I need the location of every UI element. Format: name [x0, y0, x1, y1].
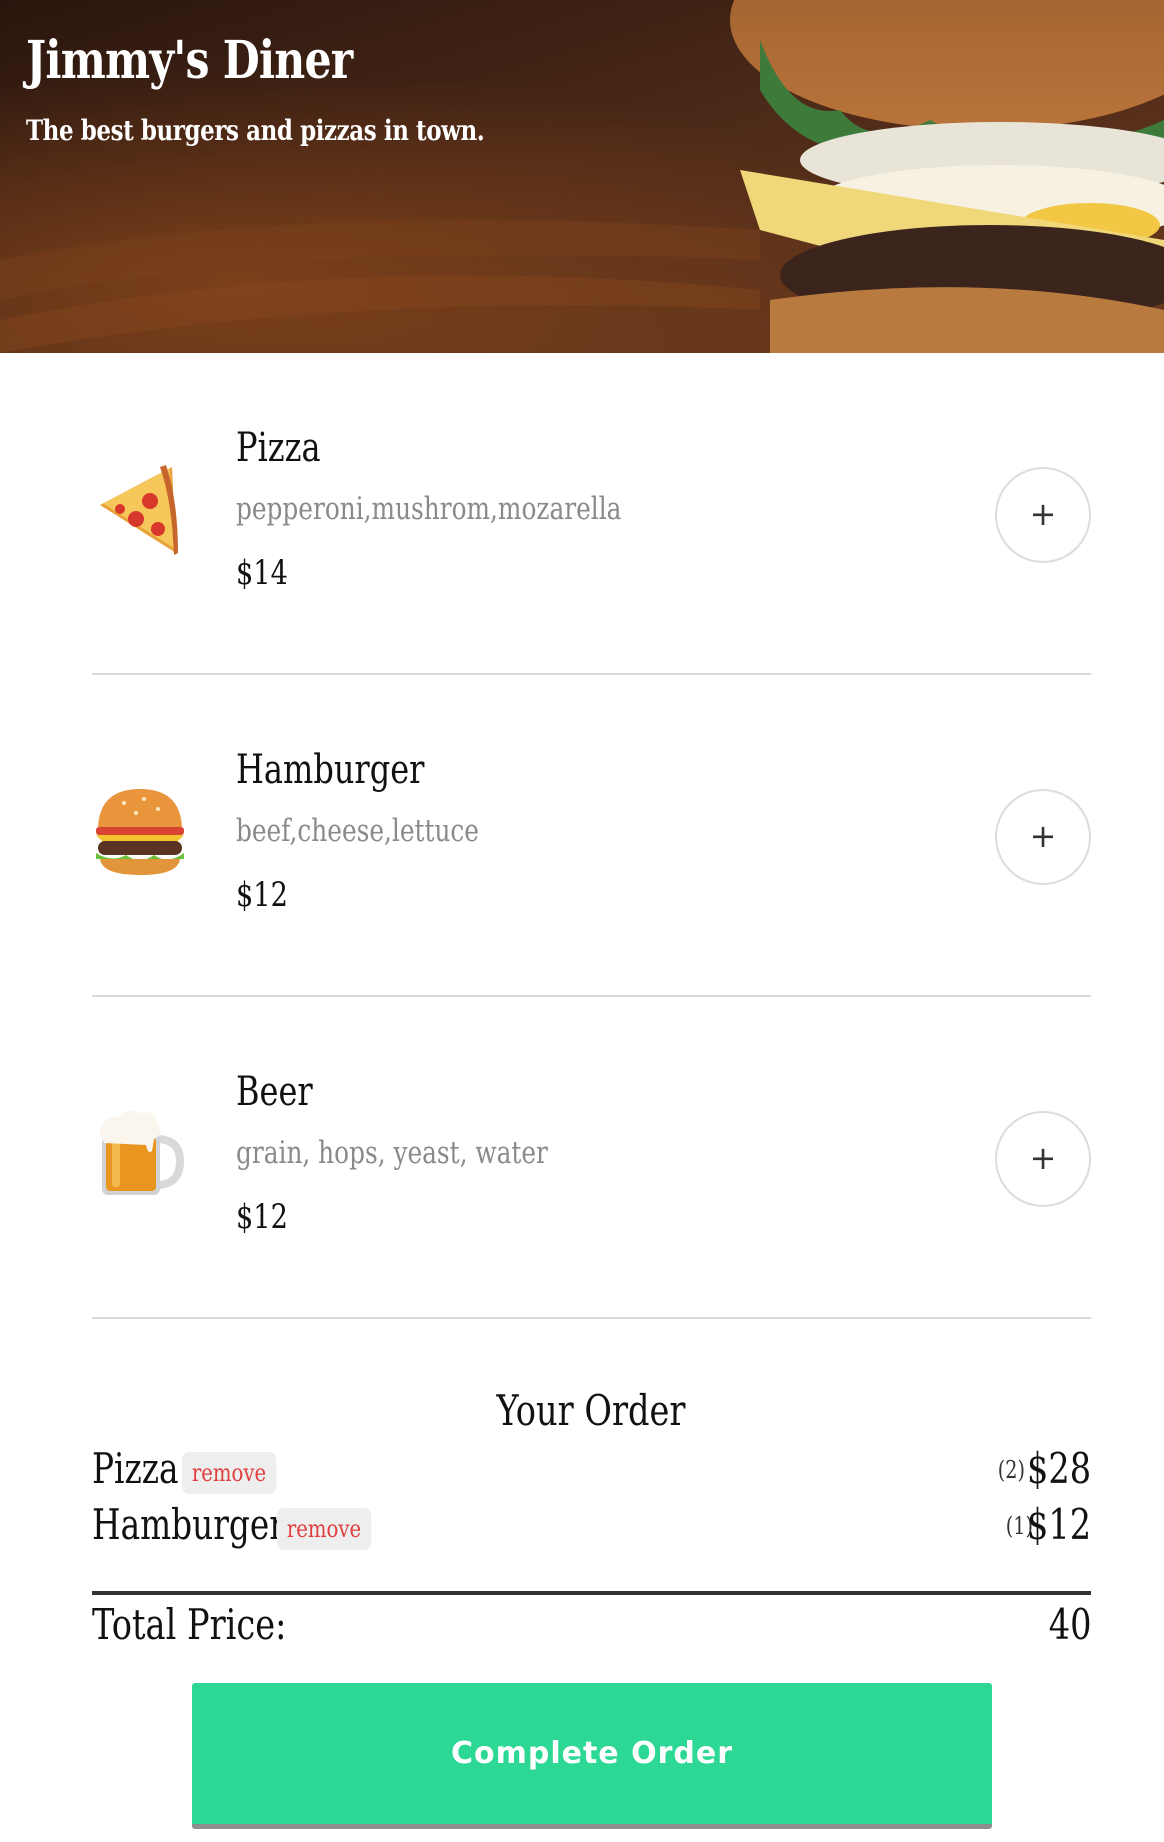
- plus-icon: +: [1029, 495, 1057, 533]
- total-price-label: Total Price:: [92, 1600, 287, 1649]
- page-subtitle: The best burgers and pizzas in town.: [26, 114, 485, 147]
- menu-item-pizza: Pizza pepperoni,mushrom,mozarella $14 +: [92, 353, 1091, 675]
- menu-item-name: Hamburger: [236, 747, 425, 793]
- menu-item-name: Pizza: [236, 425, 321, 471]
- order-item-quantity: (2): [997, 1456, 1025, 1484]
- add-beer-button[interactable]: +: [995, 1111, 1091, 1207]
- menu-item-ingredients: pepperoni,mushrom,mozarella: [236, 491, 622, 527]
- order-item-price: $28: [1026, 1444, 1091, 1493]
- order-title: Your Order: [496, 1386, 686, 1435]
- pizza-icon: [92, 461, 188, 557]
- order-item-pizza: Pizza remove (2) $28: [92, 1444, 1091, 1500]
- menu-item-ingredients: beef,cheese,lettuce: [236, 813, 479, 849]
- remove-hamburger-button[interactable]: remove: [277, 1508, 372, 1550]
- menu-item-name: Beer: [236, 1069, 313, 1115]
- hero-banner: Jimmy's Diner The best burgers and pizza…: [0, 0, 1164, 353]
- hamburger-icon: [92, 783, 188, 879]
- menu-item-price: $12: [236, 875, 288, 915]
- menu-item-beer: Beer grain, hops, yeast, water $12 +: [92, 997, 1091, 1319]
- menu-item-price: $12: [236, 1197, 288, 1237]
- order-item-hamburger: Hamburger remove (1) $12: [92, 1500, 1091, 1556]
- plus-icon: +: [1029, 817, 1057, 855]
- order-item-price: $12: [1026, 1500, 1091, 1549]
- complete-order-button[interactable]: Complete Order: [192, 1683, 992, 1829]
- add-hamburger-button[interactable]: +: [995, 789, 1091, 885]
- menu-item-ingredients: grain, hops, yeast, water: [236, 1135, 548, 1171]
- add-pizza-button[interactable]: +: [995, 467, 1091, 563]
- order-item-name: Hamburger: [92, 1500, 285, 1549]
- beer-icon: [92, 1105, 188, 1201]
- page-title: Jimmy's Diner: [26, 30, 353, 91]
- menu-item-hamburger: Hamburger beef,cheese,lettuce $12 +: [92, 675, 1091, 997]
- remove-pizza-button[interactable]: remove: [182, 1452, 277, 1494]
- plus-icon: +: [1029, 1139, 1057, 1177]
- total-price-value: 40: [1048, 1600, 1091, 1649]
- order-item-name: Pizza: [92, 1444, 179, 1493]
- menu-item-price: $14: [236, 553, 288, 593]
- total-divider: [92, 1591, 1091, 1595]
